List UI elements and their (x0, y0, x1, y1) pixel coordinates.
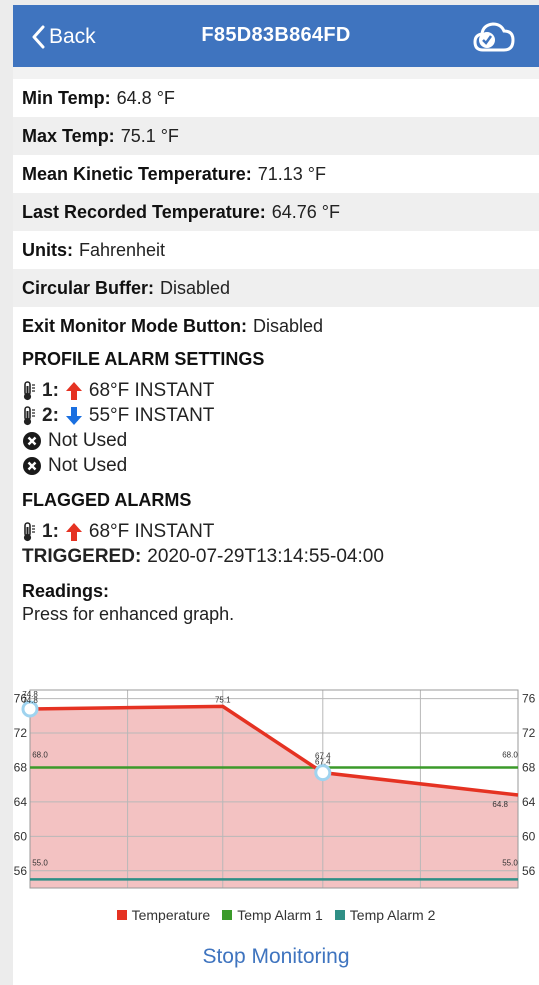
detail-value: Fahrenheit (79, 239, 166, 260)
y-tick-label-right: 64 (522, 795, 536, 809)
triggered-value: 2020-07-29T13:14:55-04:00 (147, 545, 384, 567)
profile-alarms-heading: PROFILE ALARM SETTINGS (22, 349, 265, 369)
legend-label: Temp Alarm 1 (237, 907, 323, 923)
legend-label: Temp Alarm 2 (349, 907, 436, 923)
readings-chart[interactable]: 76 76 72 72 68 68 64 64 60 60 56 56 74.8 74.8 75.1 67.4… (13, 684, 539, 904)
alarm-text: 55°F INSTANT (88, 404, 215, 426)
y-tick-label-right: 60 (522, 829, 536, 843)
legend-label: Temperature (131, 907, 211, 923)
alarm-number: 1: (42, 520, 59, 542)
flagged-triggered: TRIGGERED: 2020-07-29T13:14:55-04:00 (13, 544, 539, 569)
y-tick-label-left: 64 (14, 795, 28, 809)
temperature-data-label: 74.8 (22, 696, 38, 705)
profile-alarm-4: Not Used (13, 453, 539, 478)
alarm-number: 2: (42, 404, 59, 426)
flagged-alarms-heading: FLAGGED ALARMS (22, 490, 192, 510)
legend-item-temperature: Temperature (116, 907, 211, 923)
detail-row-units: Units: Fahrenheit (13, 231, 539, 269)
details-list: Min Temp: 64.8 °F Max Temp: 75.1 °F Mean K… (13, 79, 539, 345)
detail-value: 75.1 °F (120, 125, 179, 146)
top-divider (13, 67, 539, 79)
temperature-point (314, 764, 332, 782)
detail-row-circular-buffer: Circular Buffer: Disabled (13, 269, 539, 307)
y-tick-label-left: 72 (14, 726, 28, 740)
detail-label: Units: (22, 239, 73, 260)
cloud-sync-icon[interactable] (473, 20, 515, 54)
y-tick-label-left: 68 (14, 760, 28, 774)
detail-value: 64.8 °F (116, 87, 175, 108)
alarm-1-data-label: 68.0 (502, 750, 518, 759)
detail-label: Circular Buffer: (22, 277, 155, 298)
detail-label: Min Temp: (22, 87, 111, 108)
alarm-text: Not Used (48, 429, 128, 451)
profile-alarm-1: 1: 68°F INSTANT (13, 378, 539, 403)
triggered-label: TRIGGERED: (22, 545, 142, 567)
alarm-1-data-label: 68.0 (32, 750, 48, 759)
temperature-data-label: 75.1 (215, 695, 231, 704)
y-tick-label-right: 68 (522, 760, 536, 774)
y-tick-label-left: 56 (14, 864, 28, 878)
y-tick-label-right: 56 (522, 864, 536, 878)
flagged-alarm-1: 1: 68°F INSTANT (13, 519, 539, 544)
y-tick-label-right: 76 (522, 692, 536, 706)
detail-label: Mean Kinetic Temperature: (22, 163, 252, 184)
detail-value: 71.13 °F (257, 163, 326, 184)
readings-subtitle: Press for enhanced graph. (22, 604, 235, 624)
stop-monitoring-button[interactable]: Stop Monitoring (13, 945, 539, 969)
close-circle-icon (23, 431, 41, 450)
readings-title: Readings: (22, 581, 110, 601)
arrow-up-icon (65, 522, 82, 541)
detail-row-exit-monitor: Exit Monitor Mode Button: Disabled (13, 307, 539, 345)
nav-bar: Back F85D83B864FD (13, 5, 539, 67)
detail-row-max-temp: Max Temp: 75.1 °F (13, 117, 539, 155)
alarm-text: Not Used (48, 454, 128, 476)
legend-item-temp-alarm-1: Temp Alarm 1 (222, 907, 323, 923)
detail-label: Exit Monitor Mode Button: (22, 315, 247, 336)
alarm-text: 68°F INSTANT (88, 379, 215, 401)
alarm-number: 1: (42, 379, 59, 401)
alarm-2-data-label: 55.0 (502, 858, 518, 867)
device-detail-sheet: Min Temp: 64.8 °F Max Temp: 75.1 °F Mean K… (13, 67, 539, 985)
alarm-2-data-label: 55.0 (32, 858, 48, 867)
y-tick-label-left: 60 (14, 829, 28, 843)
thermometer-icon (23, 380, 35, 400)
detail-row-min-temp: Min Temp: 64.8 °F (13, 79, 539, 117)
temperature-data-label: 64.8 (492, 800, 508, 809)
thermometer-icon (23, 521, 35, 541)
profile-alarm-2: 2: 55°F INSTANT (13, 403, 539, 428)
alarm-text: 68°F INSTANT (88, 520, 215, 542)
arrow-down-icon (65, 406, 82, 425)
profile-alarm-3: Not Used (13, 428, 539, 453)
arrow-up-icon (65, 381, 82, 400)
y-tick-label-right: 72 (522, 726, 536, 740)
page-title: F85D83B864FD (201, 24, 351, 46)
chart-legend: Temperature Temp Alarm 1 Temp Alarm 2 (13, 907, 539, 923)
temperature-area (30, 706, 518, 888)
detail-value: Disabled (160, 277, 231, 298)
temperature-data-label: 67.4 (315, 758, 331, 767)
close-circle-icon (23, 456, 41, 475)
readings-chart-svg: 76 7672 7268 6864 6460 6056 5674.874.8 75.167.4… (14, 689, 536, 889)
detail-label: Max Temp: (22, 125, 115, 146)
detail-row-last-recorded: Last Recorded Temperature: 64.76 °F (13, 193, 539, 231)
detail-row-mkt: Mean Kinetic Temperature: 71.13 °F (13, 155, 539, 193)
thermometer-icon (23, 405, 35, 425)
detail-value: Disabled (252, 315, 324, 336)
detail-value: 64.76 °F (271, 201, 340, 222)
detail-label: Last Recorded Temperature: (22, 201, 266, 222)
legend-item-temp-alarm-2: Temp Alarm 2 (334, 907, 436, 923)
